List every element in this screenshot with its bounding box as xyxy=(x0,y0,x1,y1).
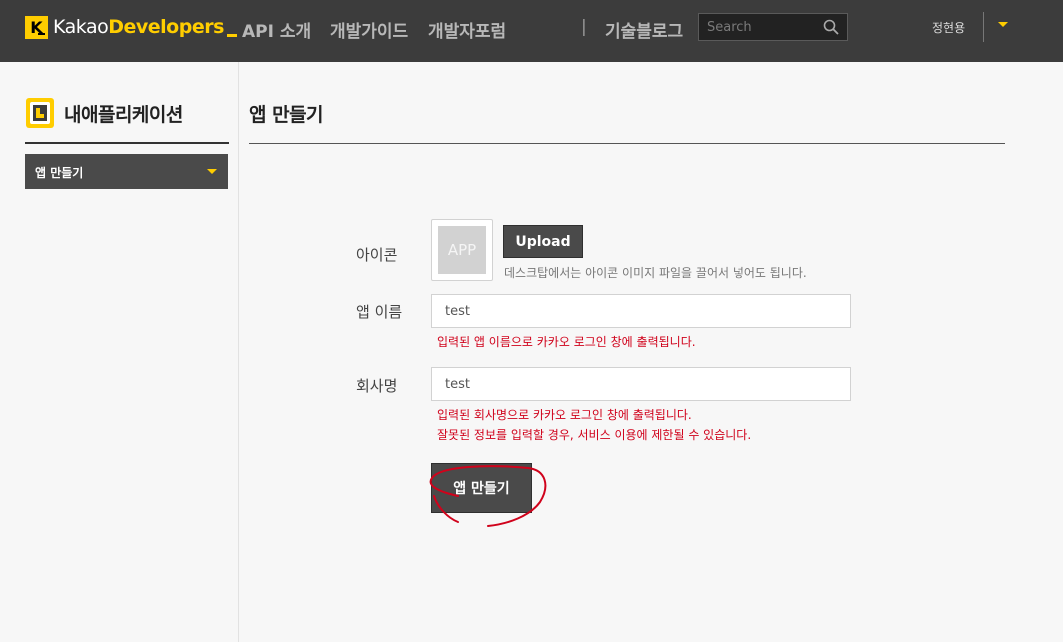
nav-dev-forum[interactable]: 개발자포럼 xyxy=(428,17,506,42)
app-icon-dropzone[interactable]: APP xyxy=(431,219,493,281)
my-apps-icon xyxy=(26,98,54,128)
sidebar-header: 내애플리케이션 xyxy=(25,97,183,129)
icon-label: 아이콘 xyxy=(356,246,398,264)
sidebar-title-rule xyxy=(25,142,229,144)
header-divider xyxy=(983,12,984,42)
icon-help-text: 데스크탑에서는 아이콘 이미지 파일을 끌어서 넣어도 됩니다. xyxy=(504,266,807,280)
search-input[interactable] xyxy=(707,18,817,36)
company-name-label: 회사명 xyxy=(356,377,398,395)
kakao-developers-logo[interactable]: K KakaoDevelopers xyxy=(25,14,237,40)
page-title-rule xyxy=(249,143,1005,144)
sidebar-title: 내애플리케이션 xyxy=(64,103,183,126)
search-icon[interactable] xyxy=(823,19,839,35)
nav-tech-blog[interactable]: 기술블로그 xyxy=(605,17,683,42)
logo-wordmark: KakaoDevelopers xyxy=(53,16,224,38)
top-header: K KakaoDevelopers API 소개 개발가이드 개발자포럼 | 기… xyxy=(0,0,1063,62)
nav-api-intro[interactable]: API 소개 xyxy=(242,17,311,42)
chevron-down-icon xyxy=(207,169,217,174)
app-name-field[interactable] xyxy=(431,294,851,328)
nav-dev-guide[interactable]: 개발가이드 xyxy=(330,17,408,42)
app-name-label: 앱 이름 xyxy=(356,303,403,321)
nav-separator: | xyxy=(581,17,587,37)
app-placeholder-icon: APP xyxy=(438,226,486,274)
logo-cursor-mark xyxy=(226,34,237,37)
kakao-k-icon: K xyxy=(25,15,48,39)
sidebar-item-create-app[interactable]: 앱 만들기 xyxy=(25,154,228,189)
search-box xyxy=(698,13,848,41)
sidebar-item-label: 앱 만들기 xyxy=(35,166,84,180)
user-name[interactable]: 정현용 xyxy=(932,19,965,36)
company-name-notice: 입력된 회사명으로 카카오 로그인 창에 출력됩니다. xyxy=(437,408,692,422)
company-name-warning: 잘못된 정보를 입력할 경우, 서비스 이용에 제한될 수 있습니다. xyxy=(437,428,752,442)
user-menu-caret-icon[interactable] xyxy=(998,22,1008,27)
create-app-button[interactable]: 앱 만들기 xyxy=(431,463,532,513)
company-name-field[interactable] xyxy=(431,367,851,401)
app-name-notice: 입력된 앱 이름으로 카카오 로그인 창에 출력됩니다. xyxy=(437,335,696,349)
page-title: 앱 만들기 xyxy=(249,104,324,126)
sidebar-divider xyxy=(238,62,239,642)
upload-button[interactable]: Upload xyxy=(503,225,583,258)
